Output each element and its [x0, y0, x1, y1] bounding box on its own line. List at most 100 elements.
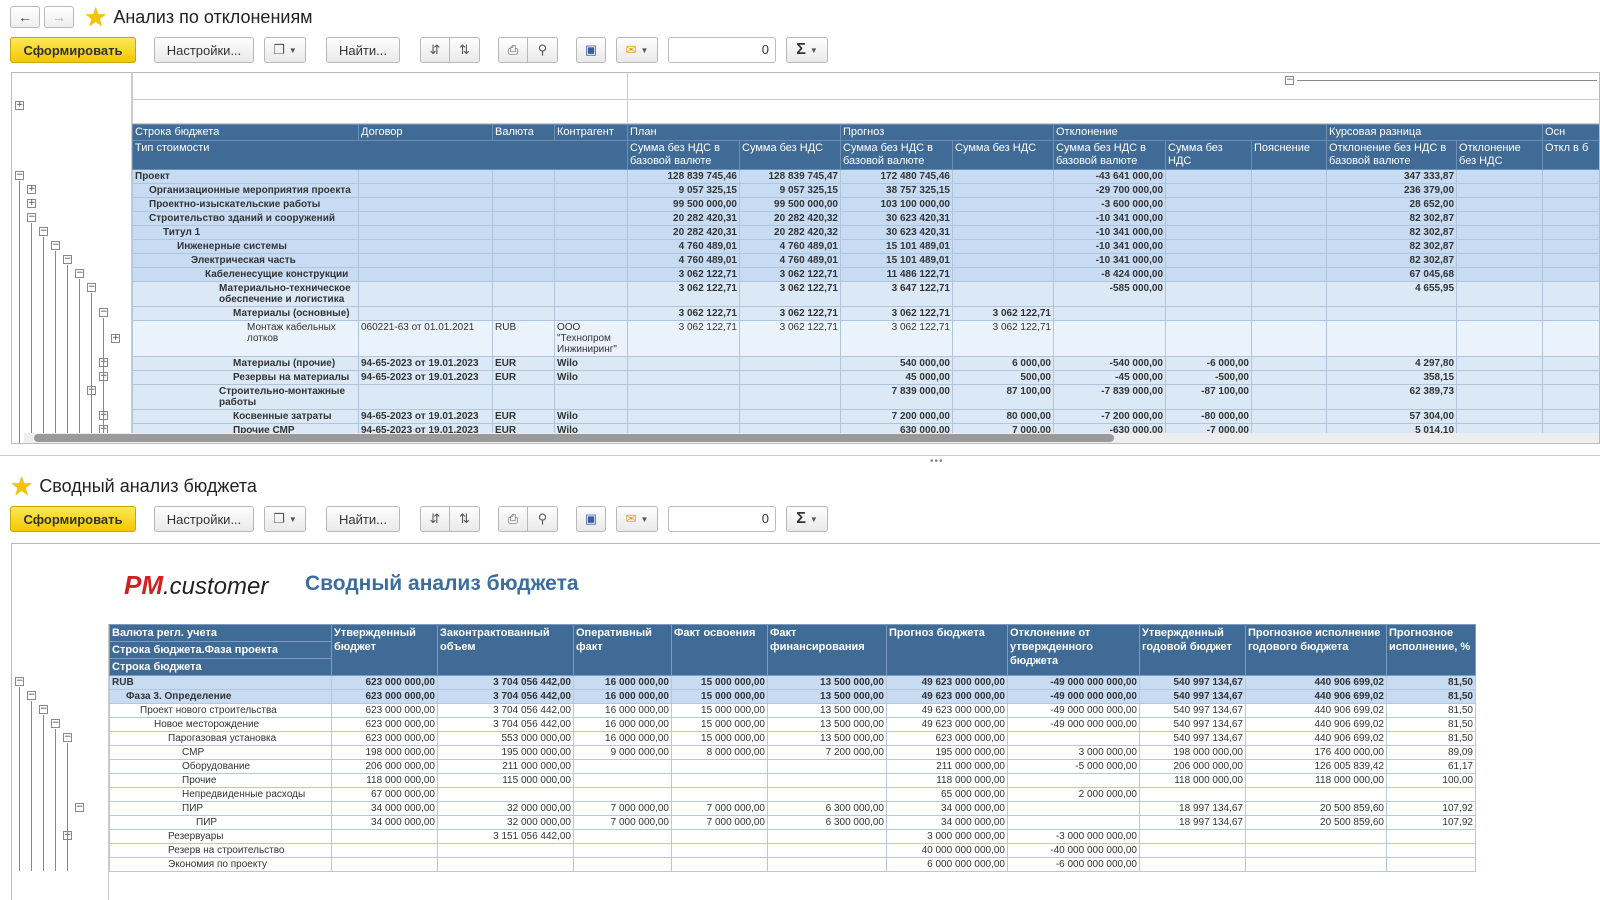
table-cell[interactable]: [1456, 197, 1544, 212]
save-icon[interactable]: ▣: [576, 37, 606, 63]
table-cell[interactable]: 176 400 000,00: [1245, 745, 1387, 760]
table-cell[interactable]: 18 997 134,67: [1139, 815, 1246, 830]
table-cell[interactable]: [1165, 169, 1252, 184]
table-cell[interactable]: -8 424 000,00: [1053, 267, 1166, 282]
table-cell[interactable]: 440 906 699,02: [1245, 689, 1387, 704]
table-cell[interactable]: [1250, 169, 1328, 184]
table-cell[interactable]: Wilo: [554, 370, 628, 385]
table-cell[interactable]: [1386, 857, 1476, 872]
table-cell[interactable]: 49 623 000 000,00: [886, 689, 1008, 704]
table-row[interactable]: Строительство зданий и сооружений 20 282 …: [132, 211, 1599, 226]
table-cell[interactable]: 81,50: [1386, 703, 1476, 718]
table-cell[interactable]: EUR: [492, 356, 555, 371]
table-cell[interactable]: [1165, 225, 1252, 240]
table-cell[interactable]: [1250, 183, 1328, 198]
table-cell[interactable]: 500,00: [952, 370, 1054, 385]
table-cell[interactable]: [1139, 829, 1246, 844]
table-cell[interactable]: -45 000,00: [1053, 370, 1166, 385]
table-cell[interactable]: -49 000 000 000,00: [1007, 689, 1140, 704]
table-cell[interactable]: 4 760 489,01: [739, 239, 841, 254]
table-cell[interactable]: [1165, 306, 1252, 321]
table-cell[interactable]: [331, 829, 438, 844]
table-cell[interactable]: [627, 384, 740, 410]
table-cell[interactable]: -40 000 000 000,00: [1007, 843, 1140, 858]
table-cell[interactable]: 7 200 000,00: [840, 409, 953, 424]
table-cell[interactable]: 2 000 000,00: [1007, 787, 1140, 802]
favorite-star-icon[interactable]: ★: [10, 473, 33, 499]
generate-button[interactable]: Сформировать: [10, 506, 136, 532]
table-cell[interactable]: 3 647 122,71: [840, 281, 953, 307]
table-cell[interactable]: [1542, 320, 1599, 357]
back-arrow-icon[interactable]: ←: [10, 6, 40, 28]
table-cell[interactable]: -6 000,00: [1165, 356, 1252, 371]
table-cell[interactable]: 20 282 420,31: [627, 211, 740, 226]
table-row[interactable]: Фаза 3. Определение 623 000 000,00 3 704 0…: [109, 689, 1476, 704]
table-cell[interactable]: [1250, 356, 1328, 371]
collapse-row-icon[interactable]: −: [63, 733, 72, 742]
table-row[interactable]: ПИР 34 000 000,00 32 000 000,00 7 000 000,0…: [109, 815, 1476, 830]
table-cell[interactable]: [492, 306, 555, 321]
table-cell[interactable]: 206 000 000,00: [1139, 759, 1246, 774]
table-cell[interactable]: 540 997 134,67: [1139, 689, 1246, 704]
row-label[interactable]: СМР: [109, 745, 332, 760]
table-cell[interactable]: [1139, 787, 1246, 802]
table-row[interactable]: Монтаж кабельных лотков 060221-63 от 01.0…: [132, 320, 1599, 357]
table-row[interactable]: СМР 198 000 000,00 195 000 000,00 9 000 000…: [109, 745, 1476, 760]
table-cell[interactable]: 49 623 000 000,00: [886, 717, 1008, 732]
table-cell[interactable]: 4 760 489,01: [739, 253, 841, 268]
table-row[interactable]: Прочие 118 000 000,00 115 000 000,00 118 00…: [109, 773, 1476, 788]
table-cell[interactable]: 20 282 420,32: [739, 225, 841, 240]
table-cell[interactable]: [1456, 169, 1544, 184]
table-cell[interactable]: [1456, 409, 1544, 424]
table-cell[interactable]: [554, 253, 628, 268]
table-cell[interactable]: [492, 211, 555, 226]
table-cell[interactable]: 40 000 000 000,00: [886, 843, 1008, 858]
table-cell[interactable]: [554, 306, 628, 321]
table-row[interactable]: ПИР 34 000 000,00 32 000 000,00 7 000 000,0…: [109, 801, 1476, 816]
table-cell[interactable]: [1245, 843, 1387, 858]
collapse-row-icon[interactable]: −: [87, 283, 96, 292]
table-cell[interactable]: [554, 225, 628, 240]
table-cell[interactable]: 15 000 000,00: [671, 731, 768, 746]
table-cell[interactable]: [1456, 306, 1544, 321]
variants-button[interactable]: ❐ ▼: [264, 506, 306, 532]
preview-icon[interactable]: ⚲: [528, 37, 558, 63]
table-cell[interactable]: 623 000 000,00: [331, 675, 438, 690]
table-cell[interactable]: 623 000 000,00: [886, 731, 1008, 746]
table-cell[interactable]: [492, 225, 555, 240]
horizontal-scrollbar-thumb[interactable]: [34, 434, 1114, 442]
table-row[interactable]: Проект 128 839 745,46 128 839 745,47 172 48…: [132, 169, 1599, 184]
table-cell[interactable]: 16 000 000,00: [573, 689, 672, 704]
table-cell[interactable]: [1139, 857, 1246, 872]
table-row[interactable]: Резервы на материалы 94-65-2023 от 19.01.…: [132, 370, 1599, 385]
table-cell[interactable]: [1542, 409, 1599, 424]
table-cell[interactable]: 81,50: [1386, 717, 1476, 732]
table-cell[interactable]: [1250, 225, 1328, 240]
table-cell[interactable]: 3 704 056 442,00: [437, 689, 574, 704]
table-cell[interactable]: [492, 239, 555, 254]
table-cell[interactable]: [1245, 829, 1387, 844]
table-cell[interactable]: 9 057 325,15: [627, 183, 740, 198]
table-cell[interactable]: EUR: [492, 370, 555, 385]
table-cell[interactable]: 3 062 122,71: [627, 306, 740, 321]
table-cell[interactable]: [1250, 267, 1328, 282]
table-cell[interactable]: 211 000 000,00: [437, 759, 574, 774]
sum-field[interactable]: 0: [668, 506, 776, 532]
table-cell[interactable]: 128 839 745,47: [739, 169, 841, 184]
row-label[interactable]: Прочие: [109, 773, 332, 788]
table-cell[interactable]: [1456, 225, 1544, 240]
table-cell[interactable]: [1250, 320, 1328, 357]
table-cell[interactable]: [1007, 815, 1140, 830]
save-icon[interactable]: ▣: [576, 506, 606, 532]
table-cell[interactable]: 358,15: [1326, 370, 1458, 385]
row-label[interactable]: Материалы (основные): [132, 306, 359, 321]
table-cell[interactable]: 13 500 000,00: [767, 689, 887, 704]
table-cell[interactable]: [554, 281, 628, 307]
table-cell[interactable]: [1542, 253, 1599, 268]
table-cell[interactable]: [767, 843, 887, 858]
table-cell[interactable]: 62 389,73: [1326, 384, 1458, 410]
table-cell[interactable]: [952, 267, 1054, 282]
row-label[interactable]: Строительство зданий и сооружений: [132, 211, 359, 226]
table-cell[interactable]: 3 062 122,71: [627, 267, 740, 282]
find-button[interactable]: Найти...: [326, 37, 400, 63]
